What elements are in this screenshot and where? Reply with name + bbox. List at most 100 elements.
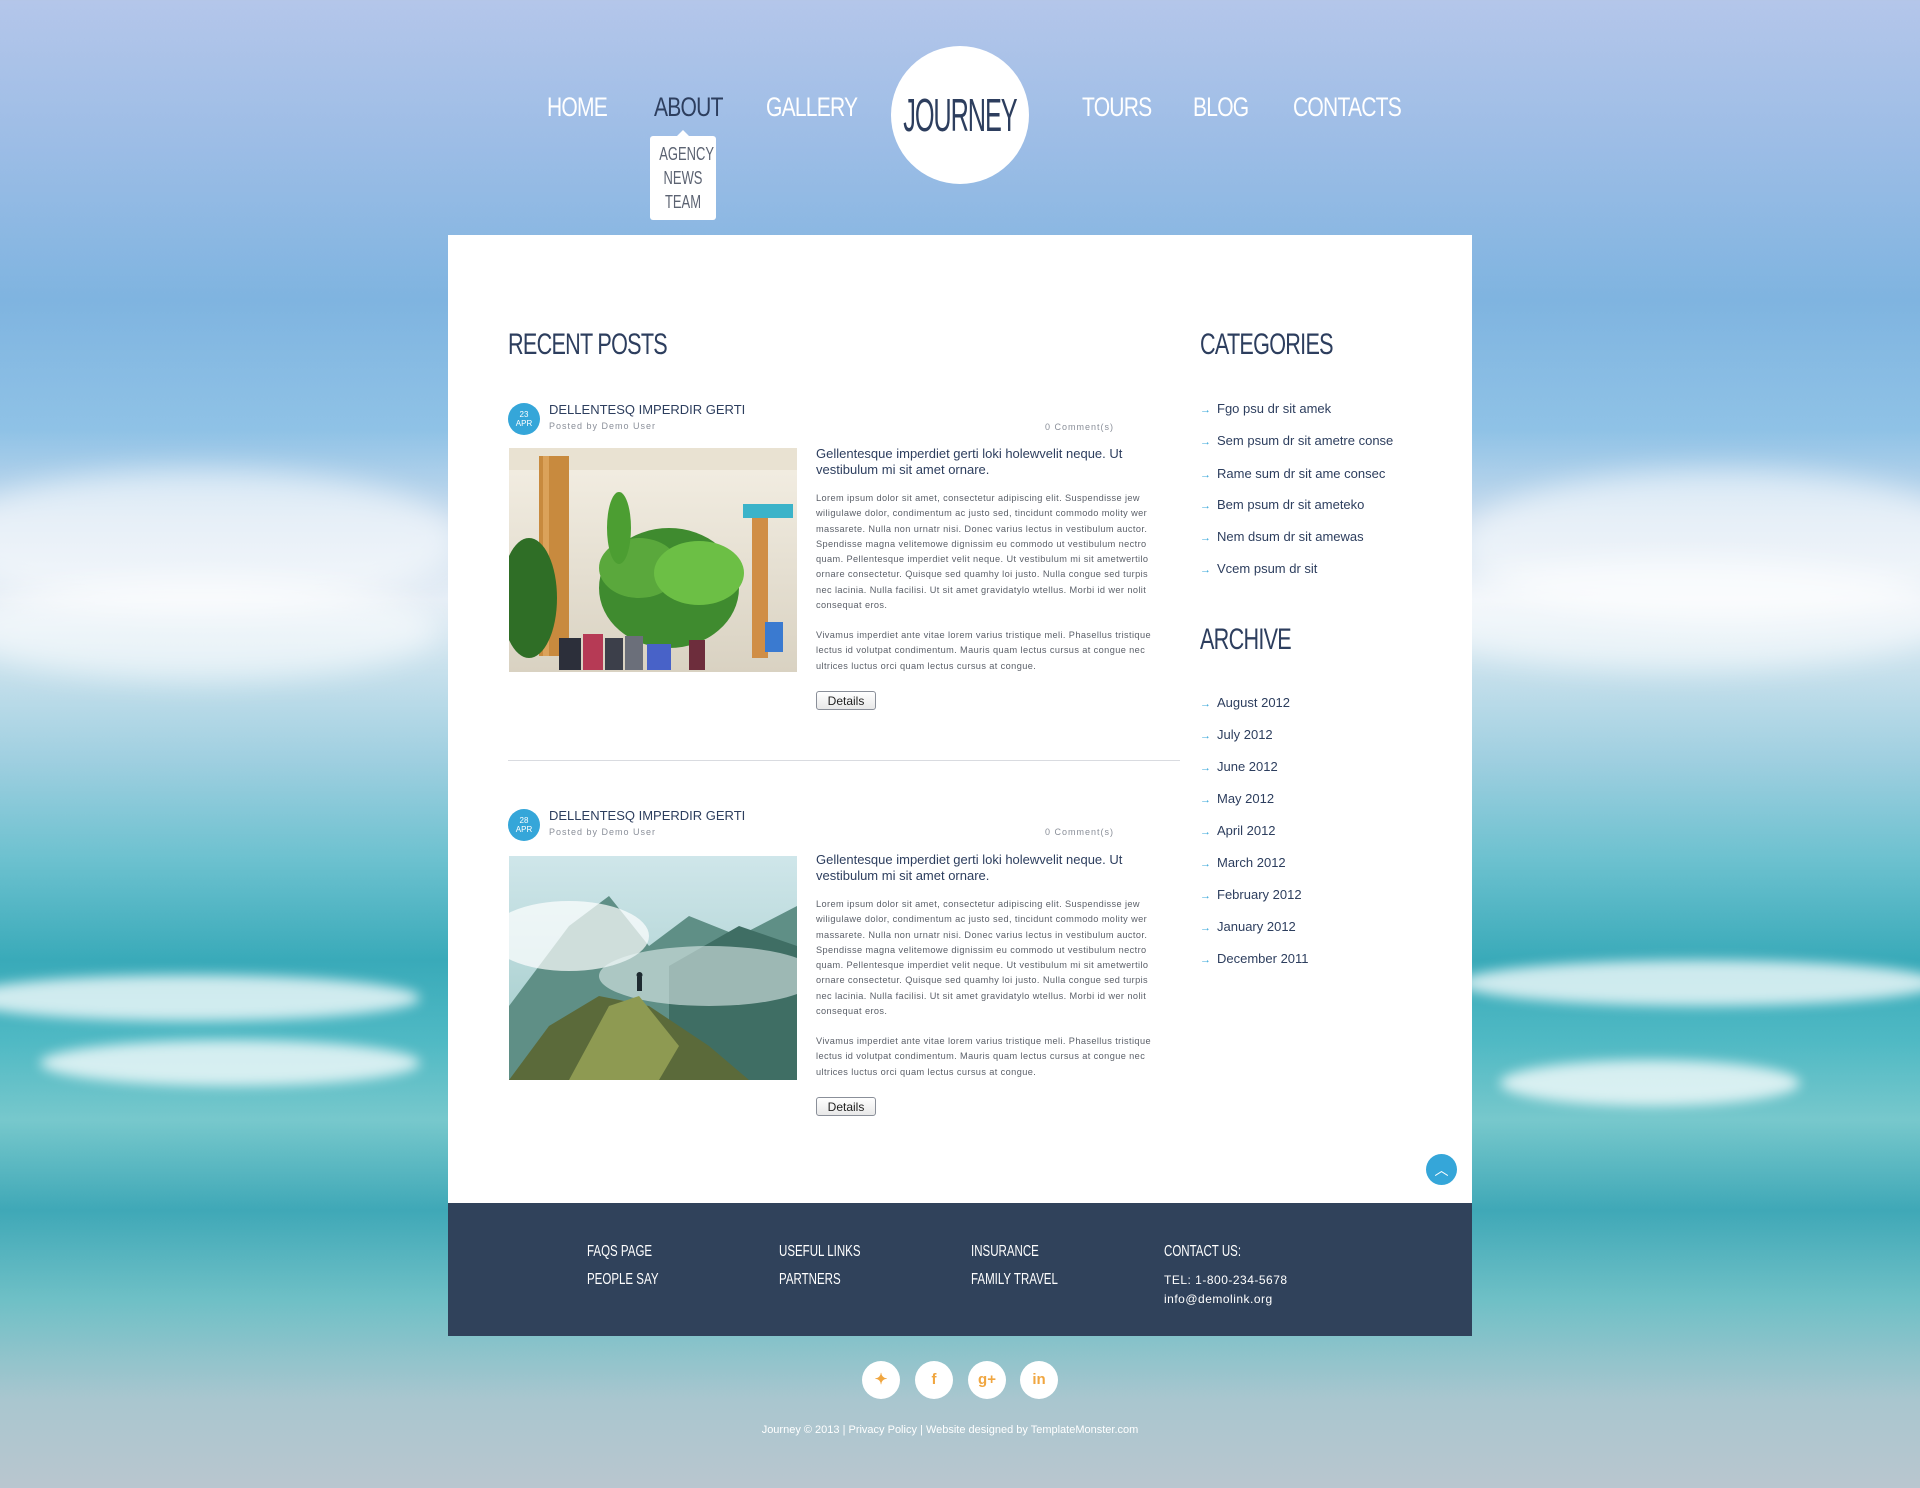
contact-tel: TEL: 1-800-234-5678 bbox=[1164, 1273, 1288, 1287]
nav-home[interactable]: HOME bbox=[547, 92, 608, 123]
archive-link[interactable]: → December 2011 bbox=[1200, 951, 1309, 966]
category-label: Vcem psum dr sit bbox=[1217, 561, 1318, 576]
footer-link-faqs[interactable]: FAQS PAGE bbox=[587, 1243, 652, 1261]
archive-label: December 2011 bbox=[1217, 951, 1309, 966]
scroll-to-top-button[interactable]: ︿ bbox=[1426, 1154, 1457, 1185]
archive-label: June 2012 bbox=[1217, 759, 1278, 774]
archive-link[interactable]: → February 2012 bbox=[1200, 887, 1302, 902]
facebook-icon: f bbox=[931, 1371, 937, 1388]
contact-email[interactable]: info@demolink.org bbox=[1164, 1292, 1273, 1306]
facebook-button[interactable]: f bbox=[915, 1361, 953, 1399]
about-submenu: AGENCY NEWS TEAM bbox=[650, 130, 716, 220]
arrow-right-icon: → bbox=[1200, 564, 1211, 576]
post-body-1: Lorem ipsum dolor sit amet, consectetur … bbox=[816, 899, 1149, 1017]
archive-label: January 2012 bbox=[1217, 919, 1296, 934]
post-date-badge: 23 APR bbox=[508, 403, 540, 435]
post-comments-link[interactable]: 0 Comment(s) bbox=[1045, 827, 1114, 837]
category-link[interactable]: → Rame sum dr sit ame consec bbox=[1200, 466, 1385, 481]
recent-posts-heading: RECENT POSTS bbox=[508, 328, 668, 361]
footer-link-insurance[interactable]: INSURANCE bbox=[971, 1243, 1039, 1261]
designer-link[interactable]: Website designed by TemplateMonster.com bbox=[926, 1424, 1138, 1436]
archive-link[interactable]: → March 2012 bbox=[1200, 855, 1286, 870]
logo-text: JOURNEY bbox=[903, 89, 1017, 141]
arrow-right-icon: → bbox=[1200, 826, 1211, 838]
archive-link[interactable]: → May 2012 bbox=[1200, 791, 1274, 806]
contact-heading: CONTACT US: bbox=[1164, 1243, 1242, 1260]
arrow-right-icon: → bbox=[1200, 858, 1211, 870]
arrow-right-icon: → bbox=[1200, 404, 1211, 416]
wave-decoration bbox=[40, 1040, 420, 1086]
post-body-2: Vivamus imperdiet ante vitae lorem variu… bbox=[816, 630, 1151, 671]
details-button[interactable]: Details bbox=[816, 691, 876, 710]
google-plus-icon: g+ bbox=[978, 1371, 996, 1388]
post-date-month: APR bbox=[515, 825, 533, 834]
archive-label: March 2012 bbox=[1217, 855, 1286, 870]
nav-blog[interactable]: BLOG bbox=[1193, 92, 1249, 123]
footer-link-useful-links[interactable]: USEFUL LINKS bbox=[779, 1243, 861, 1261]
post-date-month: APR bbox=[515, 419, 533, 428]
archive-link[interactable]: → August 2012 bbox=[1200, 695, 1290, 710]
logo[interactable]: JOURNEY bbox=[891, 46, 1029, 184]
post-title[interactable]: DELLENTESQ IMPERDIR GERTI bbox=[549, 402, 745, 417]
category-link[interactable]: → Nem dsum dr sit amewas bbox=[1200, 529, 1364, 544]
post-image-hotel-lobby bbox=[509, 448, 797, 672]
linkedin-button[interactable]: in bbox=[1020, 1361, 1058, 1399]
twitter-icon: ✦ bbox=[874, 1371, 888, 1388]
nav-contacts[interactable]: CONTACTS bbox=[1293, 92, 1402, 123]
archive-link[interactable]: → June 2012 bbox=[1200, 759, 1278, 774]
arrow-right-icon: → bbox=[1200, 794, 1211, 806]
category-link[interactable]: → Bem psum dr sit ameteko bbox=[1200, 497, 1364, 512]
post-body-2: Vivamus imperdiet ante vitae lorem variu… bbox=[816, 1036, 1151, 1077]
post-date-day: 28 bbox=[519, 816, 529, 825]
category-link[interactable]: → Fgo psu dr sit amek bbox=[1200, 401, 1331, 416]
archive-link[interactable]: → January 2012 bbox=[1200, 919, 1296, 934]
arrow-right-icon: → bbox=[1200, 436, 1211, 448]
category-label: Nem dsum dr sit amewas bbox=[1217, 529, 1364, 544]
archive-label: July 2012 bbox=[1217, 727, 1273, 742]
post-author: Posted by Demo User bbox=[549, 827, 657, 837]
arrow-right-icon: → bbox=[1200, 469, 1211, 481]
google-plus-button[interactable]: g+ bbox=[968, 1361, 1006, 1399]
copyright-separator: | bbox=[916, 1424, 926, 1436]
category-label: Bem psum dr sit ameteko bbox=[1217, 497, 1365, 512]
category-link[interactable]: → Sem psum dr sit ametre conse bbox=[1200, 433, 1393, 448]
post-lead: Gellentesque imperdiet gerti loki holewv… bbox=[816, 852, 1123, 883]
archive-link[interactable]: → July 2012 bbox=[1200, 727, 1273, 742]
twitter-button[interactable]: ✦ bbox=[862, 1361, 900, 1399]
footer-link-family-travel[interactable]: FAMILY TRAVEL bbox=[971, 1271, 1058, 1289]
submenu-item-agency[interactable]: AGENCY bbox=[659, 142, 714, 166]
nav-gallery[interactable]: GALLERY bbox=[766, 92, 858, 123]
arrow-right-icon: → bbox=[1200, 730, 1211, 742]
footer-link-partners[interactable]: PARTNERS bbox=[779, 1271, 841, 1289]
archive-label: May 2012 bbox=[1217, 791, 1275, 806]
cloud-decoration bbox=[0, 580, 440, 680]
arrow-right-icon: → bbox=[1200, 762, 1211, 774]
archive-link[interactable]: → April 2012 bbox=[1200, 823, 1276, 838]
post-date-badge: 28 APR bbox=[508, 809, 540, 841]
post-lead: Gellentesque imperdiet gerti loki holewv… bbox=[816, 446, 1123, 477]
post-body-1: Lorem ipsum dolor sit amet, consectetur … bbox=[816, 493, 1149, 611]
arrow-right-icon: → bbox=[1200, 698, 1211, 710]
copyright-brand: Journey © 2013 | bbox=[761, 1424, 849, 1436]
category-label: Sem psum dr sit ametre conse bbox=[1217, 433, 1394, 448]
post-date-day: 23 bbox=[519, 410, 529, 419]
category-label: Rame sum dr sit ame consec bbox=[1217, 466, 1386, 481]
post-author: Posted by Demo User bbox=[549, 421, 657, 431]
post-title[interactable]: DELLENTESQ IMPERDIR GERTI bbox=[549, 808, 745, 823]
post-comments-link[interactable]: 0 Comment(s) bbox=[1045, 422, 1114, 432]
post-image-mountain bbox=[509, 856, 797, 1080]
category-link[interactable]: → Vcem psum dr sit bbox=[1200, 561, 1317, 576]
nav-tours[interactable]: TOURS bbox=[1082, 92, 1152, 123]
wave-decoration bbox=[1460, 960, 1920, 1006]
submenu-item-team[interactable]: TEAM bbox=[659, 190, 707, 214]
linkedin-icon: in bbox=[1032, 1371, 1046, 1388]
submenu-item-news[interactable]: NEWS bbox=[659, 166, 707, 190]
arrow-right-icon: → bbox=[1200, 890, 1211, 902]
details-button[interactable]: Details bbox=[816, 1097, 876, 1116]
arrow-right-icon: → bbox=[1200, 532, 1211, 544]
privacy-policy-link[interactable]: Privacy Policy bbox=[848, 1424, 916, 1436]
nav-about[interactable]: ABOUT bbox=[654, 92, 723, 123]
arrow-right-icon: → bbox=[1200, 922, 1211, 934]
archive-label: August 2012 bbox=[1217, 695, 1291, 710]
footer-link-people-say[interactable]: PEOPLE SAY bbox=[587, 1271, 659, 1289]
